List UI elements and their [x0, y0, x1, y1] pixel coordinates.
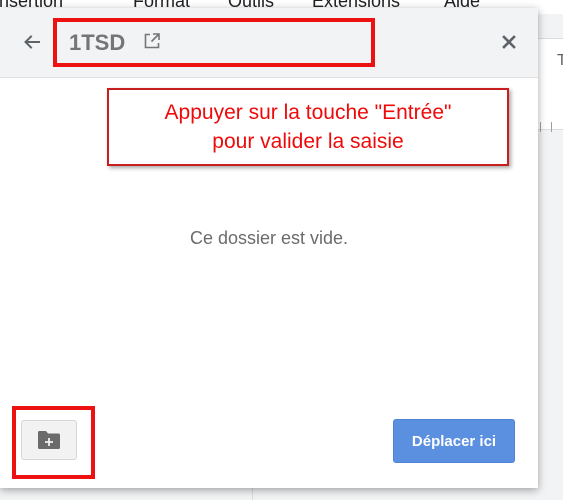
arrow-left-icon [24, 35, 40, 49]
callout-line-1: Appuyer sur la touche "Entrée" [164, 101, 452, 124]
back-button[interactable] [20, 30, 44, 54]
background-ruler [540, 122, 563, 132]
callout-line-2: pour valider la saisie [212, 130, 404, 153]
background-divider [252, 488, 253, 500]
instruction-callout: Appuyer sur la touche "Entrée" pour vali… [107, 88, 509, 166]
empty-folder-message: Ce dossier est vide. [189, 228, 349, 248]
close-button[interactable] [498, 31, 520, 53]
close-icon [502, 35, 516, 49]
title-highlight-box [53, 18, 375, 67]
new-folder-highlight-box [12, 406, 95, 479]
background-bottom-strip [0, 488, 563, 500]
background-toolbar-glyph: T [557, 52, 563, 69]
move-here-button[interactable]: Déplacer ici [393, 419, 515, 463]
